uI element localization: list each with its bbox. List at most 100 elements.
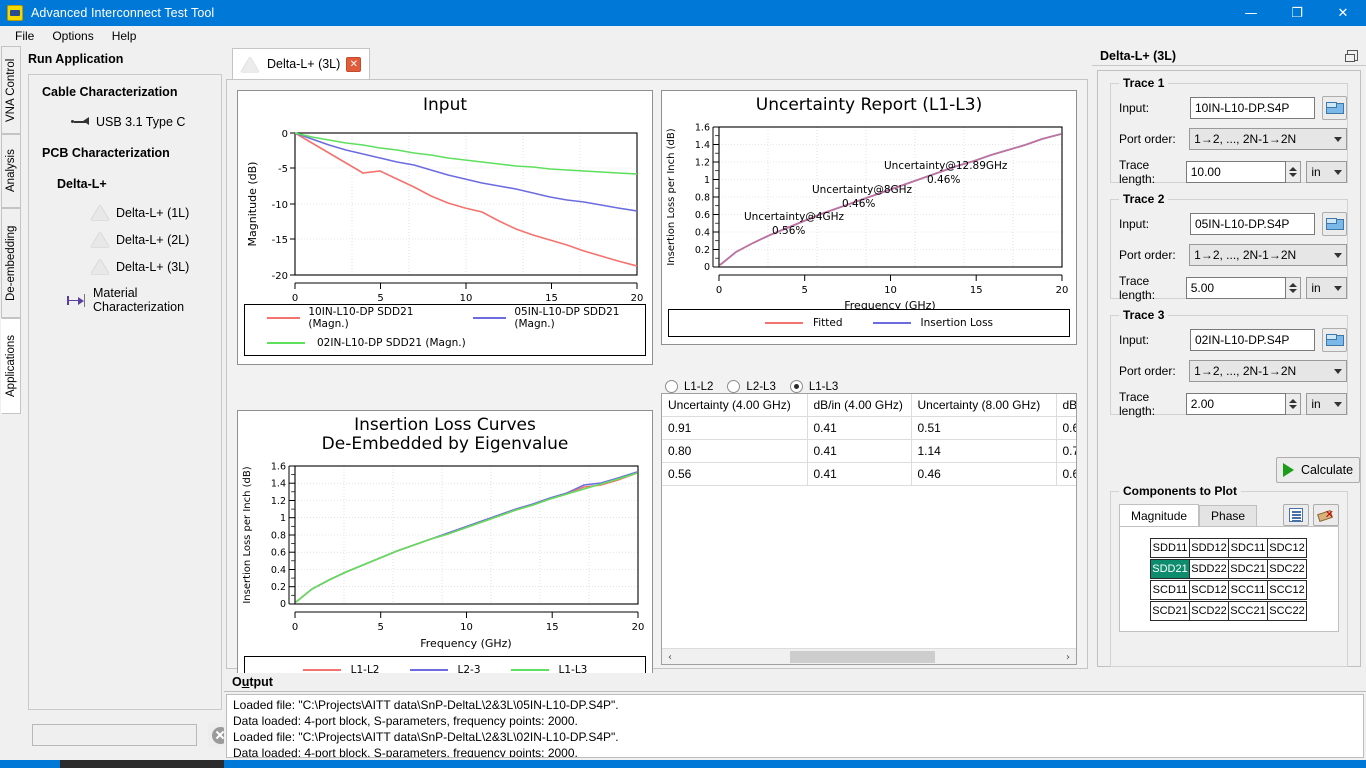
svg-text:1.4: 1.4 <box>271 479 286 490</box>
trace-3-port-order-select[interactable]: 1→2, ..., 2N-1→2N <box>1189 360 1347 382</box>
tab-close-icon[interactable]: ✕ <box>346 57 361 72</box>
scroll-left-icon[interactable]: ‹ <box>662 649 678 665</box>
table-horizontal-scrollbar[interactable]: ‹ › <box>662 648 1076 664</box>
col-dbin-4ghz[interactable]: dB/in (4.00 GHz) <box>807 394 911 417</box>
col-uncertainty-4ghz[interactable]: Uncertainty (4.00 GHz) <box>662 394 807 417</box>
col-uncertainty-8ghz[interactable]: Uncertainty (8.00 GHz) <box>911 394 1056 417</box>
tree-item-delta-l-2l[interactable]: Delta-L+ (2L) <box>29 226 221 253</box>
col-dbin-8ghz[interactable]: dB/i <box>1056 394 1077 417</box>
radio-l1-l3[interactable] <box>790 380 803 393</box>
cell[interactable]: 0.41 <box>807 417 911 440</box>
cell[interactable]: 0.51 <box>911 417 1056 440</box>
trace-3-length-stepper[interactable] <box>1286 393 1301 415</box>
tree-item-delta-l-1l[interactable]: Delta-L+ (1L) <box>29 199 221 226</box>
tab-magnitude[interactable]: Magnitude <box>1119 504 1199 526</box>
trace-1-browse-button[interactable] <box>1322 96 1347 120</box>
trace-2-port-order-select[interactable]: 1→2, ..., 2N-1→2N <box>1189 244 1347 266</box>
trace-1-port-order-select[interactable]: 1→2, ..., 2N-1→2N <box>1189 128 1347 150</box>
cell[interactable]: 0.80 <box>662 440 807 463</box>
trace-1-length-stepper[interactable] <box>1286 161 1301 183</box>
output-log[interactable]: Loaded file: "C:\Projects\AITT data\SnP-… <box>226 694 1364 758</box>
results-table[interactable]: Uncertainty (4.00 GHz) dB/in (4.00 GHz) … <box>661 393 1077 665</box>
menu-item-help[interactable]: Help <box>103 27 146 45</box>
trace-1-length-field[interactable]: 10.00 <box>1186 161 1286 183</box>
s-param-sdc12[interactable]: SDC12 <box>1267 538 1307 558</box>
svg-text:5: 5 <box>802 285 808 296</box>
trace-2-browse-button[interactable] <box>1322 212 1347 236</box>
clear-plot-button[interactable]: ✕ <box>1313 504 1339 526</box>
cell[interactable]: 0.46 <box>911 463 1056 486</box>
trace-2-length-field[interactable]: 5.00 <box>1186 277 1286 299</box>
vtab-vna-control[interactable]: VNA Control <box>1 46 21 134</box>
s-param-scc12[interactable]: SCC12 <box>1267 580 1307 600</box>
s-param-sdc21[interactable]: SDC21 <box>1228 559 1268 579</box>
filter-input[interactable] <box>32 724 197 746</box>
s-param-sdd22[interactable]: SDD22 <box>1189 559 1229 579</box>
app-icon <box>7 5 23 21</box>
trace-3-input-field[interactable]: 02IN-L10-DP.S4P <box>1190 329 1315 351</box>
svg-text:0: 0 <box>282 129 288 140</box>
radio-l1-l2[interactable] <box>665 380 678 393</box>
cell[interactable]: 0.70 <box>1056 440 1077 463</box>
cell[interactable]: 1.14 <box>911 440 1056 463</box>
svg-text:Insertion Loss per Inch (dB): Insertion Loss per Inch (dB) <box>666 128 677 265</box>
document-tab-delta-l-3l[interactable]: Delta-L+ (3L) ✕ <box>232 48 370 80</box>
uncertainty-chart-plot: 1.61.41.2 10.80.6 0.40.20 <box>662 115 1076 313</box>
folder-open-icon <box>1326 218 1342 230</box>
s-param-scc11[interactable]: SCC11 <box>1228 580 1268 600</box>
tree-item-usb-31-type-c[interactable]: USB 3.1 Type C <box>29 108 221 136</box>
cell[interactable]: 0.69 <box>1056 417 1077 440</box>
trace-2-unit-select[interactable]: in <box>1306 277 1347 299</box>
s-param-scd12[interactable]: SCD12 <box>1189 580 1229 600</box>
components-group-title: Components to Plot <box>1119 484 1241 498</box>
trace-3-unit-select[interactable]: in <box>1306 393 1347 415</box>
scrollbar-thumb[interactable] <box>790 651 935 663</box>
cell[interactable]: 0.91 <box>662 417 807 440</box>
trace-2-length-stepper[interactable] <box>1286 277 1301 299</box>
svg-text:15: 15 <box>970 285 983 296</box>
vtab-analysis[interactable]: Analysis <box>1 134 21 208</box>
s-param-sdd11[interactable]: SDD11 <box>1150 538 1190 558</box>
tab-phase[interactable]: Phase <box>1199 505 1257 526</box>
s-param-scd11[interactable]: SCD11 <box>1150 580 1190 600</box>
s-param-sdd12[interactable]: SDD12 <box>1189 538 1229 558</box>
minimize-icon[interactable]: — <box>1228 0 1274 26</box>
tree-item-material-characterization[interactable]: Material Characterization <box>29 280 221 320</box>
menu-item-file[interactable]: File <box>6 27 43 45</box>
trace-2-input-field[interactable]: 05IN-L10-DP.S4P <box>1190 213 1315 235</box>
trace-3-port-order-label: Port order: <box>1119 364 1189 378</box>
vtab-applications[interactable]: Applications <box>1 318 21 414</box>
maximize-icon[interactable]: ❐ <box>1274 0 1320 26</box>
calculate-button[interactable]: Calculate <box>1276 457 1360 483</box>
s-param-sdc22[interactable]: SDC22 <box>1267 559 1307 579</box>
trace-1-unit-select[interactable]: in <box>1306 161 1347 183</box>
s-param-sdd21[interactable]: SDD21 <box>1150 559 1190 579</box>
s-param-scd21[interactable]: SCD21 <box>1150 601 1190 621</box>
annotation-label: Uncertainty@8GHz <box>812 184 913 196</box>
trace-1-input-field[interactable]: 10IN-L10-DP.S4P <box>1190 97 1315 119</box>
scroll-right-icon[interactable]: › <box>1060 649 1076 665</box>
s-param-sdc11[interactable]: SDC11 <box>1228 538 1268 558</box>
menu-item-options[interactable]: Options <box>43 27 102 45</box>
play-icon <box>1283 463 1294 477</box>
s-param-scc22[interactable]: SCC22 <box>1267 601 1307 621</box>
undock-icon[interactable] <box>1347 50 1358 61</box>
s-param-scd22[interactable]: SCD22 <box>1189 601 1229 621</box>
vtab-de-embedding[interactable]: De-embedding <box>1 208 21 318</box>
insertion-loss-chart-panel: Insertion Loss Curves De-Embedded by Eig… <box>237 410 653 690</box>
cell[interactable]: 0.41 <box>807 440 911 463</box>
svg-text:5: 5 <box>378 622 384 633</box>
trace-3-port-order-value: 1→2, ..., 2N-1→2N <box>1194 364 1296 378</box>
tree-item-delta-l-3l[interactable]: Delta-L+ (3L) <box>29 253 221 280</box>
report-button[interactable] <box>1283 504 1309 526</box>
triangle-icon <box>91 232 109 247</box>
cell[interactable]: 0.69 <box>1056 463 1077 486</box>
trace-3-length-field[interactable]: 2.00 <box>1186 393 1286 415</box>
trace-3-browse-button[interactable] <box>1322 328 1347 352</box>
s-param-scc21[interactable]: SCC21 <box>1228 601 1268 621</box>
radio-l2-l3[interactable] <box>727 380 740 393</box>
close-icon[interactable]: ✕ <box>1320 0 1366 26</box>
usb-icon <box>71 116 89 128</box>
cell[interactable]: 0.56 <box>662 463 807 486</box>
cell[interactable]: 0.41 <box>807 463 911 486</box>
